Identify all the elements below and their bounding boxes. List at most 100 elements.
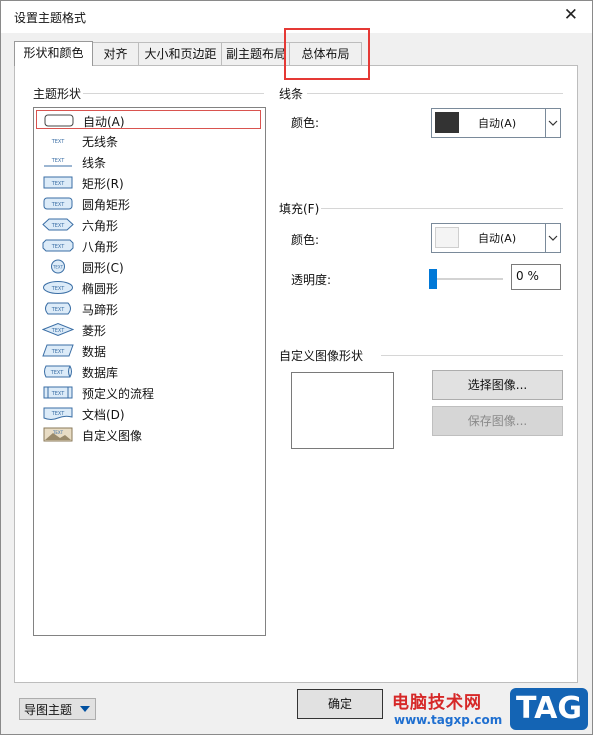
list-item[interactable]: TEXT 无线条: [36, 131, 261, 150]
icon-text: TEXT: [51, 391, 66, 397]
select-image-button[interactable]: 选择图像...: [432, 370, 563, 400]
list-item[interactable]: TEXT 六角形: [36, 215, 261, 234]
list-item[interactable]: TEXT 菱形: [36, 320, 261, 339]
tab-size-margin[interactable]: 大小和页边距: [138, 42, 223, 65]
list-item[interactable]: 自动(A): [36, 110, 261, 129]
group-divider: [83, 93, 264, 94]
circle-shape-icon: TEXT: [51, 259, 65, 274]
watermark-badge: TAG: [510, 688, 588, 730]
chevron-down-icon[interactable]: [545, 224, 560, 252]
line-group-title: 线条: [279, 87, 304, 101]
list-item-label: 预定义的流程: [82, 387, 155, 401]
transparency-input[interactable]: 0 %: [511, 264, 561, 290]
list-item[interactable]: TEXT 圆形(C): [36, 257, 261, 276]
tab-align[interactable]: 对齐: [91, 42, 140, 65]
ok-button[interactable]: 确定: [297, 689, 383, 719]
list-item-label: 数据: [82, 345, 107, 359]
close-icon[interactable]: ✕: [564, 5, 578, 25]
document-shape-icon: TEXT: [43, 407, 73, 420]
image-preview: [291, 372, 394, 449]
transparency-slider-thumb[interactable]: [429, 269, 437, 289]
fill-color-label: 颜色:: [291, 233, 320, 247]
line-shape-icon: TEXT: [44, 158, 72, 167]
dialog-title: 设置主题格式: [14, 11, 87, 25]
transparency-value: 0 %: [516, 269, 539, 283]
icon-text: TEXT: [51, 139, 66, 145]
list-item-label: 自动(A): [83, 115, 125, 129]
list-item[interactable]: TEXT 自定义图像: [36, 425, 261, 444]
rounded-rectangle-shape-icon: TEXT: [43, 197, 73, 210]
watermark: 电脑技术网 www.tagxp.com TAG: [392, 686, 592, 734]
hexagon-shape-icon: TEXT: [42, 218, 74, 231]
icon-text: TEXT: [51, 223, 66, 229]
tab-subtopic-layout[interactable]: 副主题布局: [221, 42, 291, 65]
transparency-slider-track[interactable]: [429, 278, 503, 280]
watermark-url: www.tagxp.com: [394, 713, 503, 727]
map-theme-dropdown[interactable]: 导图主题: [19, 698, 96, 720]
auto-shape-icon: [44, 114, 74, 127]
list-item[interactable]: TEXT 文档(D): [36, 404, 261, 423]
list-item[interactable]: TEXT 马蹄形: [36, 299, 261, 318]
list-item[interactable]: TEXT 八角形: [36, 236, 261, 255]
icon-text: TEXT: [51, 244, 66, 250]
list-item-label: 椭圆形: [82, 282, 119, 296]
fill-color-picker[interactable]: 自动(A): [431, 223, 561, 253]
list-item-label: 文档(D): [82, 408, 125, 422]
list-item[interactable]: TEXT 数据: [36, 341, 261, 360]
no-line-shape-icon: TEXT: [51, 139, 66, 145]
group-divider: [321, 208, 563, 209]
list-item[interactable]: TEXT 圆角矩形: [36, 194, 261, 213]
save-image-button[interactable]: 保存图像...: [432, 406, 563, 436]
list-item-label: 无线条: [82, 135, 119, 149]
list-item-label: 圆形(C): [82, 261, 124, 275]
triangle-down-icon: [80, 706, 90, 712]
list-item-label: 马蹄形: [82, 303, 119, 317]
list-item-label: 菱形: [82, 324, 107, 338]
list-item[interactable]: TEXT 数据库: [36, 362, 261, 381]
list-item[interactable]: TEXT 线条: [36, 152, 261, 171]
database-shape-icon: TEXT: [44, 365, 72, 378]
list-item-label: 矩形(R): [82, 177, 124, 191]
line-color-picker[interactable]: 自动(A): [431, 108, 561, 138]
icon-text: TEXT: [51, 328, 66, 334]
icon-text: TEXT: [51, 411, 66, 417]
icon-text: TEXT: [51, 349, 66, 355]
custom-image-shape-icon: TEXT: [43, 427, 73, 442]
predefined-process-shape-icon: TEXT: [43, 386, 73, 399]
transparency-label: 透明度:: [291, 273, 332, 287]
tab-shape-color[interactable]: 形状和颜色: [14, 41, 93, 66]
list-item[interactable]: TEXT 预定义的流程: [36, 383, 261, 402]
watermark-site-name: 电脑技术网: [392, 693, 482, 713]
diamond-shape-icon: TEXT: [42, 322, 74, 337]
horseshoe-shape-icon: TEXT: [45, 302, 71, 315]
ellipse-shape-icon: TEXT: [43, 281, 73, 294]
list-item-label: 数据库: [82, 366, 119, 380]
map-theme-label: 导图主题: [24, 703, 73, 717]
octagon-shape-icon: TEXT: [42, 239, 74, 252]
rectangle-shape-icon: TEXT: [43, 176, 73, 189]
shape-list[interactable]: 自动(A) TEXT 无线条 TEXT 线条 TEXT 矩形(R) TEXT 圆…: [33, 107, 266, 636]
icon-text: TEXT: [52, 430, 64, 435]
chevron-down-icon[interactable]: [545, 109, 560, 137]
line-color-label: 颜色:: [291, 116, 320, 130]
list-item-label: 六角形: [82, 219, 119, 233]
list-item-label: 自定义图像: [82, 429, 143, 443]
icon-text: TEXT: [51, 286, 66, 292]
line-color-value: 自动(A): [478, 117, 517, 130]
format-topic-dialog: 设置主题格式 ✕ 形状和颜色 对齐 大小和页边距 副主题布局 总体布局 主题形状…: [0, 0, 593, 735]
list-item[interactable]: TEXT 椭圆形: [36, 278, 261, 297]
list-item[interactable]: TEXT 矩形(R): [36, 173, 261, 192]
icon-text: TEXT: [50, 370, 65, 376]
group-divider: [307, 93, 563, 94]
fill-color-swatch: [435, 227, 459, 248]
icon-text: TEXT: [52, 265, 64, 270]
line-color-swatch: [435, 112, 459, 133]
list-item-label: 线条: [82, 156, 107, 170]
icon-text: TEXT: [51, 202, 66, 208]
fill-group-title: 填充(F): [279, 202, 320, 216]
icon-text: TEXT: [51, 181, 66, 187]
shape-group-title: 主题形状: [33, 87, 82, 101]
list-item-label: 八角形: [82, 240, 119, 254]
group-divider: [381, 355, 563, 356]
fill-color-value: 自动(A): [478, 232, 517, 245]
